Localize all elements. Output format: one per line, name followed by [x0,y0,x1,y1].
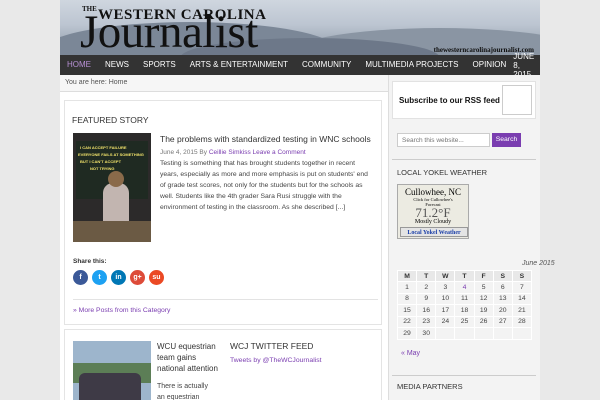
divider [392,159,536,160]
calendar-day: 7 [511,281,533,294]
rss-icon[interactable] [502,85,532,115]
more-posts-link[interactable]: » More Posts from this Category [73,307,170,314]
calendar-day: 2 [416,281,437,294]
share-label: Share this: [73,258,107,265]
comment-link[interactable]: Leave a Comment [253,149,306,156]
featured-section-title: Featured Story [72,115,149,125]
calendar-day-header: T [454,270,475,282]
calendar-day: 27 [492,315,513,328]
twitter-feed-title: WCJ Twitter Feed [230,341,314,351]
calendar-day-header: S [492,270,513,282]
googleplus-share-icon[interactable]: g+ [130,270,145,285]
author-link[interactable]: Ceillie Simkiss [209,149,251,156]
main-nav: Home News Sports Arts & Entertainment Co… [60,52,540,79]
nav-item-opinion[interactable]: Opinion [466,55,514,75]
team-figure [79,373,141,400]
nav-item-multimedia[interactable]: Multimedia Projects [358,55,465,75]
featured-title[interactable]: The problems with standardized testing i… [160,134,371,144]
chalk-line: I CAN ACCEPT FAILURE [80,145,127,150]
calendar-day: 30 [416,327,437,340]
rss-text: Subscribe to our RSS feed [399,96,500,105]
weather-city: Cullowhee, NC [405,187,461,197]
more-posts-label: More Posts from this Category [78,307,171,314]
calendar: M T W T F S S 1 2 3 4 5 6 7 8 9 10 11 12… [396,270,533,340]
calendar-empty [435,327,456,340]
calendar-day: 12 [473,292,494,305]
linkedin-share-icon[interactable]: in [111,270,126,285]
calendar-day: 28 [511,315,533,328]
calendar-day: 23 [416,315,437,328]
chalk-line: BUT I CAN'T ACCEPT [80,159,122,164]
calendar-day: 5 [473,281,494,294]
site-header[interactable]: THE WESTERN CAROLINA Journalist theweste… [60,0,540,55]
search-button[interactable]: Search [492,133,521,147]
twitter-feed-link[interactable]: Tweets by @TheWCJournalist [230,357,322,364]
classroom-floor [73,221,151,242]
calendar-day: 1 [396,281,418,294]
media-partners-title: Media Partners [397,382,463,391]
equestrian-title[interactable]: WCU equestrian team gains national atten… [157,341,225,374]
calendar-caption: June 2015 [522,260,555,267]
calendar-empty [492,327,513,340]
calendar-empty [454,327,475,340]
calendar-day: 14 [511,292,533,305]
nav-item-arts[interactable]: Arts & Entertainment [183,55,295,75]
featured-image[interactable]: I CAN ACCEPT FAILURE EVERYONE FAILS AT S… [73,133,151,242]
featured-excerpt: Testing is something that has brought st… [160,160,368,211]
calendar-day: 10 [435,292,456,305]
featured-meta: June 4, 2015 By Ceillie Simkiss Leave a … [160,149,306,156]
calendar-day: 19 [473,304,494,317]
divider [392,375,536,376]
share-buttons: f t in g+ su [73,270,164,285]
search-input[interactable] [397,133,490,147]
student-head [108,171,124,187]
calendar-day: 8 [396,292,418,305]
facebook-share-icon[interactable]: f [73,270,88,285]
nav-item-sports[interactable]: Sports [136,55,183,75]
rss-box[interactable]: Subscribe to our RSS feed [392,81,536,119]
weather-condition: Mostly Cloudy [414,219,452,225]
calendar-day: 3 [435,281,456,294]
calendar-day: 29 [396,327,418,340]
weather-link[interactable]: Local Yokel Weather [400,227,468,237]
nav-item-community[interactable]: Community [295,55,358,75]
weather-widget[interactable]: Cullowhee, NC Click for Cullowhee's Forec… [397,184,469,239]
calendar-day: 25 [454,315,475,328]
logo-journalist[interactable]: Journalist [80,5,258,55]
equestrian-excerpt: There is actually an equestrian [157,383,208,400]
post-date: June 4, 2015 [160,149,198,156]
calendar-empty [511,327,533,340]
equestrian-image[interactable] [73,341,151,400]
calendar-day-header: T [416,270,437,282]
calendar-day: 9 [416,292,437,305]
calendar-day: 22 [396,315,418,328]
calendar-day: 20 [492,304,513,317]
by-label: By [199,149,207,156]
calendar-day: 6 [492,281,513,294]
calendar-day: 13 [492,292,513,305]
calendar-empty [473,327,494,340]
chalk-line: NOT TRYING [90,166,115,171]
stumbleupon-share-icon[interactable]: su [149,270,164,285]
calendar-day: 21 [511,304,533,317]
calendar-day-header: M [396,270,418,282]
chalk-line: EVERYONE FAILS AT SOMETHING [78,152,144,157]
twitter-share-icon[interactable]: t [92,270,107,285]
calendar-day: 15 [396,304,418,317]
calendar-day: 26 [473,315,494,328]
nav-item-news[interactable]: News [98,55,136,75]
calendar-day: 18 [454,304,475,317]
weather-title: Local Yokel Weather [397,168,488,177]
calendar-prev-link[interactable]: « May [401,350,420,357]
calendar-day-header: W [435,270,456,282]
divider [73,299,378,300]
calendar-day: 17 [435,304,456,317]
calendar-day: 16 [416,304,437,317]
calendar-day: 24 [435,315,456,328]
calendar-day-header: F [473,270,494,282]
calendar-day-link[interactable]: 4 [454,281,475,294]
calendar-day-header: S [511,270,533,282]
nav-item-home[interactable]: Home [60,55,98,75]
calendar-day: 11 [454,292,475,305]
